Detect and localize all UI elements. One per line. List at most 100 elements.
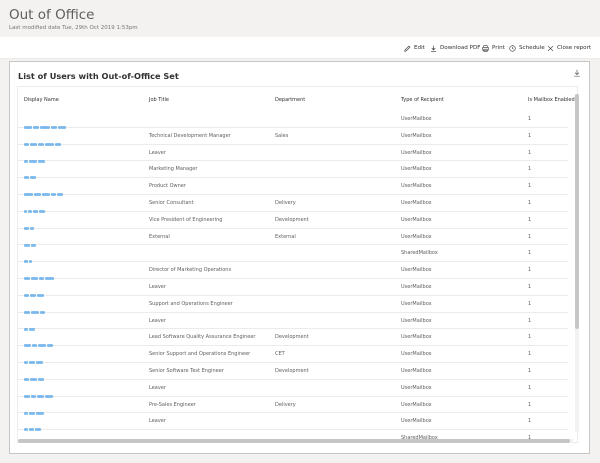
- cell-job-title: Leaver: [149, 284, 166, 290]
- cell-display-name-redacted[interactable]: [24, 151, 46, 163]
- cell-display-name-redacted[interactable]: [24, 184, 64, 197]
- cell-recipient-type: UserMailbox: [401, 401, 432, 408]
- download-icon: [574, 69, 580, 77]
- cell-recipient-type: UserMailbox: [401, 233, 432, 240]
- cell-display-name-redacted[interactable]: [24, 369, 45, 381]
- table-row[interactable]: UserMailbox 1: [18, 111, 568, 129]
- cell-mailbox-enabled: 1: [528, 317, 532, 324]
- cell-department: External: [275, 233, 296, 240]
- cell-mailbox-enabled: 1: [528, 250, 532, 257]
- table-row[interactable]: Senior Software Test Engineer Development…: [18, 363, 568, 381]
- table-row[interactable]: SharedMailbox 1: [18, 245, 568, 264]
- vertical-scrollbar[interactable]: [575, 94, 579, 432]
- cell-job-title: Leaver: [149, 384, 166, 391]
- last-modified-text: Last modified date Tue, 29th Oct 2019 1:…: [9, 25, 138, 31]
- printer-icon: [482, 44, 489, 52]
- cell-display-name-redacted[interactable]: [24, 218, 35, 230]
- vertical-scrollbar-thumb[interactable]: [575, 94, 579, 329]
- download-pdf-button[interactable]: Download PDF: [430, 43, 480, 53]
- cell-display-name-redacted[interactable]: [24, 285, 45, 297]
- cell-job-title: Leaver: [149, 317, 166, 324]
- cell-display-name-redacted[interactable]: [24, 235, 37, 247]
- edit-label: Edit: [414, 45, 425, 51]
- table-row[interactable]: Pre-Sales Engineer Delivery UserMailbox 1: [18, 397, 568, 415]
- print-button[interactable]: Print: [482, 43, 505, 53]
- cell-display-name-redacted[interactable]: [24, 201, 46, 213]
- cell-display-name-redacted[interactable]: [24, 167, 37, 180]
- cell-mailbox-enabled: 1: [528, 149, 532, 156]
- cell-job-title: Support and Operations Engineer: [149, 300, 233, 307]
- table-row[interactable]: Senior Support and Operations Engineer CE…: [18, 346, 568, 365]
- column-header-department[interactable]: Department: [275, 97, 305, 103]
- edit-button[interactable]: Edit: [404, 43, 425, 53]
- cell-display-name-redacted[interactable]: [24, 319, 36, 331]
- cell-display-name-redacted[interactable]: [24, 386, 54, 398]
- cell-job-title: Lead Software Quality Assurance Engineer: [149, 334, 256, 341]
- cell-recipient-type: UserMailbox: [401, 334, 432, 341]
- cell-job-title: Senior Consultant: [149, 200, 194, 206]
- cell-department: Delivery: [275, 200, 296, 206]
- cell-mailbox-enabled: 1: [528, 116, 532, 122]
- cell-recipient-type: UserMailbox: [401, 384, 432, 391]
- cell-display-name-redacted[interactable]: [24, 302, 46, 314]
- close-report-label: Close report: [557, 45, 592, 51]
- horizontal-scrollbar-thumb[interactable]: [18, 439, 570, 443]
- table-row[interactable]: Senior Consultant Delivery UserMailbox 1: [18, 195, 568, 213]
- cell-mailbox-enabled: 1: [528, 384, 532, 391]
- cell-recipient-type: SharedMailbox: [401, 250, 438, 257]
- download-icon: [431, 45, 436, 52]
- cell-recipient-type: UserMailbox: [401, 200, 432, 206]
- table-row[interactable]: External External UserMailbox 1: [18, 229, 568, 247]
- cell-display-name-redacted[interactable]: [24, 134, 62, 146]
- table-row[interactable]: Support and Operations Engineer UserMailb…: [18, 296, 568, 314]
- cell-job-title: External: [149, 233, 170, 240]
- cell-display-name-redacted[interactable]: [24, 403, 45, 415]
- table-row[interactable]: Leaver UserMailbox 1: [18, 145, 568, 163]
- cell-mailbox-enabled: 1: [528, 233, 532, 240]
- table-row[interactable]: Leaver UserMailbox 1: [18, 313, 568, 331]
- column-header-recipient-type[interactable]: Type of Recipient: [401, 97, 444, 103]
- cell-mailbox-enabled: 1: [528, 334, 532, 341]
- table-row[interactable]: Leaver UserMailbox 1: [18, 279, 568, 297]
- table-row[interactable]: Director of Marketing Operations UserMail…: [18, 262, 568, 281]
- column-header-mailbox-enabled[interactable]: Is Mailbox Enabled: [528, 97, 575, 103]
- export-button[interactable]: [571, 67, 583, 79]
- close-report-button[interactable]: Close report: [547, 43, 591, 53]
- schedule-button[interactable]: Schedule: [509, 43, 545, 53]
- cell-mailbox-enabled: 1: [528, 401, 532, 408]
- cell-department: Sales: [275, 132, 289, 139]
- clock-icon: [509, 44, 516, 52]
- table-header: Display Name Job Title Department Type o…: [18, 87, 575, 111]
- column-header-display-name[interactable]: Display Name: [24, 97, 59, 103]
- cell-display-name-redacted[interactable]: [24, 268, 55, 281]
- cell-job-title: Vice President of Engineering: [149, 216, 223, 223]
- column-header-job-title[interactable]: Job Title: [149, 97, 169, 103]
- cell-recipient-type: UserMailbox: [401, 351, 432, 358]
- table-row[interactable]: Leaver UserMailbox 1: [18, 380, 568, 398]
- table-row[interactable]: Marketing Manager UserMailbox 1: [18, 161, 568, 180]
- cell-display-name-redacted[interactable]: [24, 335, 54, 348]
- table-row[interactable]: Technical Development Manager Sales UserMa…: [18, 128, 568, 146]
- pencil-icon: [404, 45, 411, 52]
- cell-recipient-type: UserMailbox: [401, 216, 432, 223]
- cell-job-title: Senior Software Test Engineer: [149, 368, 224, 374]
- cell-mailbox-enabled: 1: [528, 284, 532, 290]
- cell-recipient-type: UserMailbox: [401, 368, 432, 374]
- table-row[interactable]: Vice President of Engineering Development…: [18, 212, 568, 230]
- table-row[interactable]: Lead Software Quality Assurance Engineer…: [18, 329, 568, 348]
- table-row[interactable]: Leaver UserMailbox 1: [18, 413, 568, 432]
- cell-display-name-redacted[interactable]: [24, 352, 44, 365]
- report-card: List of Users with Out-of-Office Set Dis…: [9, 61, 590, 454]
- table-row[interactable]: Product Owner UserMailbox 1: [18, 178, 568, 197]
- cell-recipient-type: UserMailbox: [401, 149, 432, 156]
- cell-display-name-redacted[interactable]: [24, 419, 42, 432]
- cell-display-name-redacted[interactable]: [24, 251, 33, 264]
- horizontal-scrollbar[interactable]: [18, 439, 573, 443]
- cell-job-title: Leaver: [149, 418, 166, 425]
- close-icon: [547, 45, 554, 51]
- cell-job-title: Director of Marketing Operations: [149, 267, 232, 274]
- cell-display-name-redacted[interactable]: [24, 117, 67, 129]
- cell-mailbox-enabled: 1: [528, 418, 532, 425]
- report-toolbar: Edit Download PDF Print Schedule Close r…: [0, 37, 600, 59]
- cell-recipient-type: UserMailbox: [401, 116, 432, 122]
